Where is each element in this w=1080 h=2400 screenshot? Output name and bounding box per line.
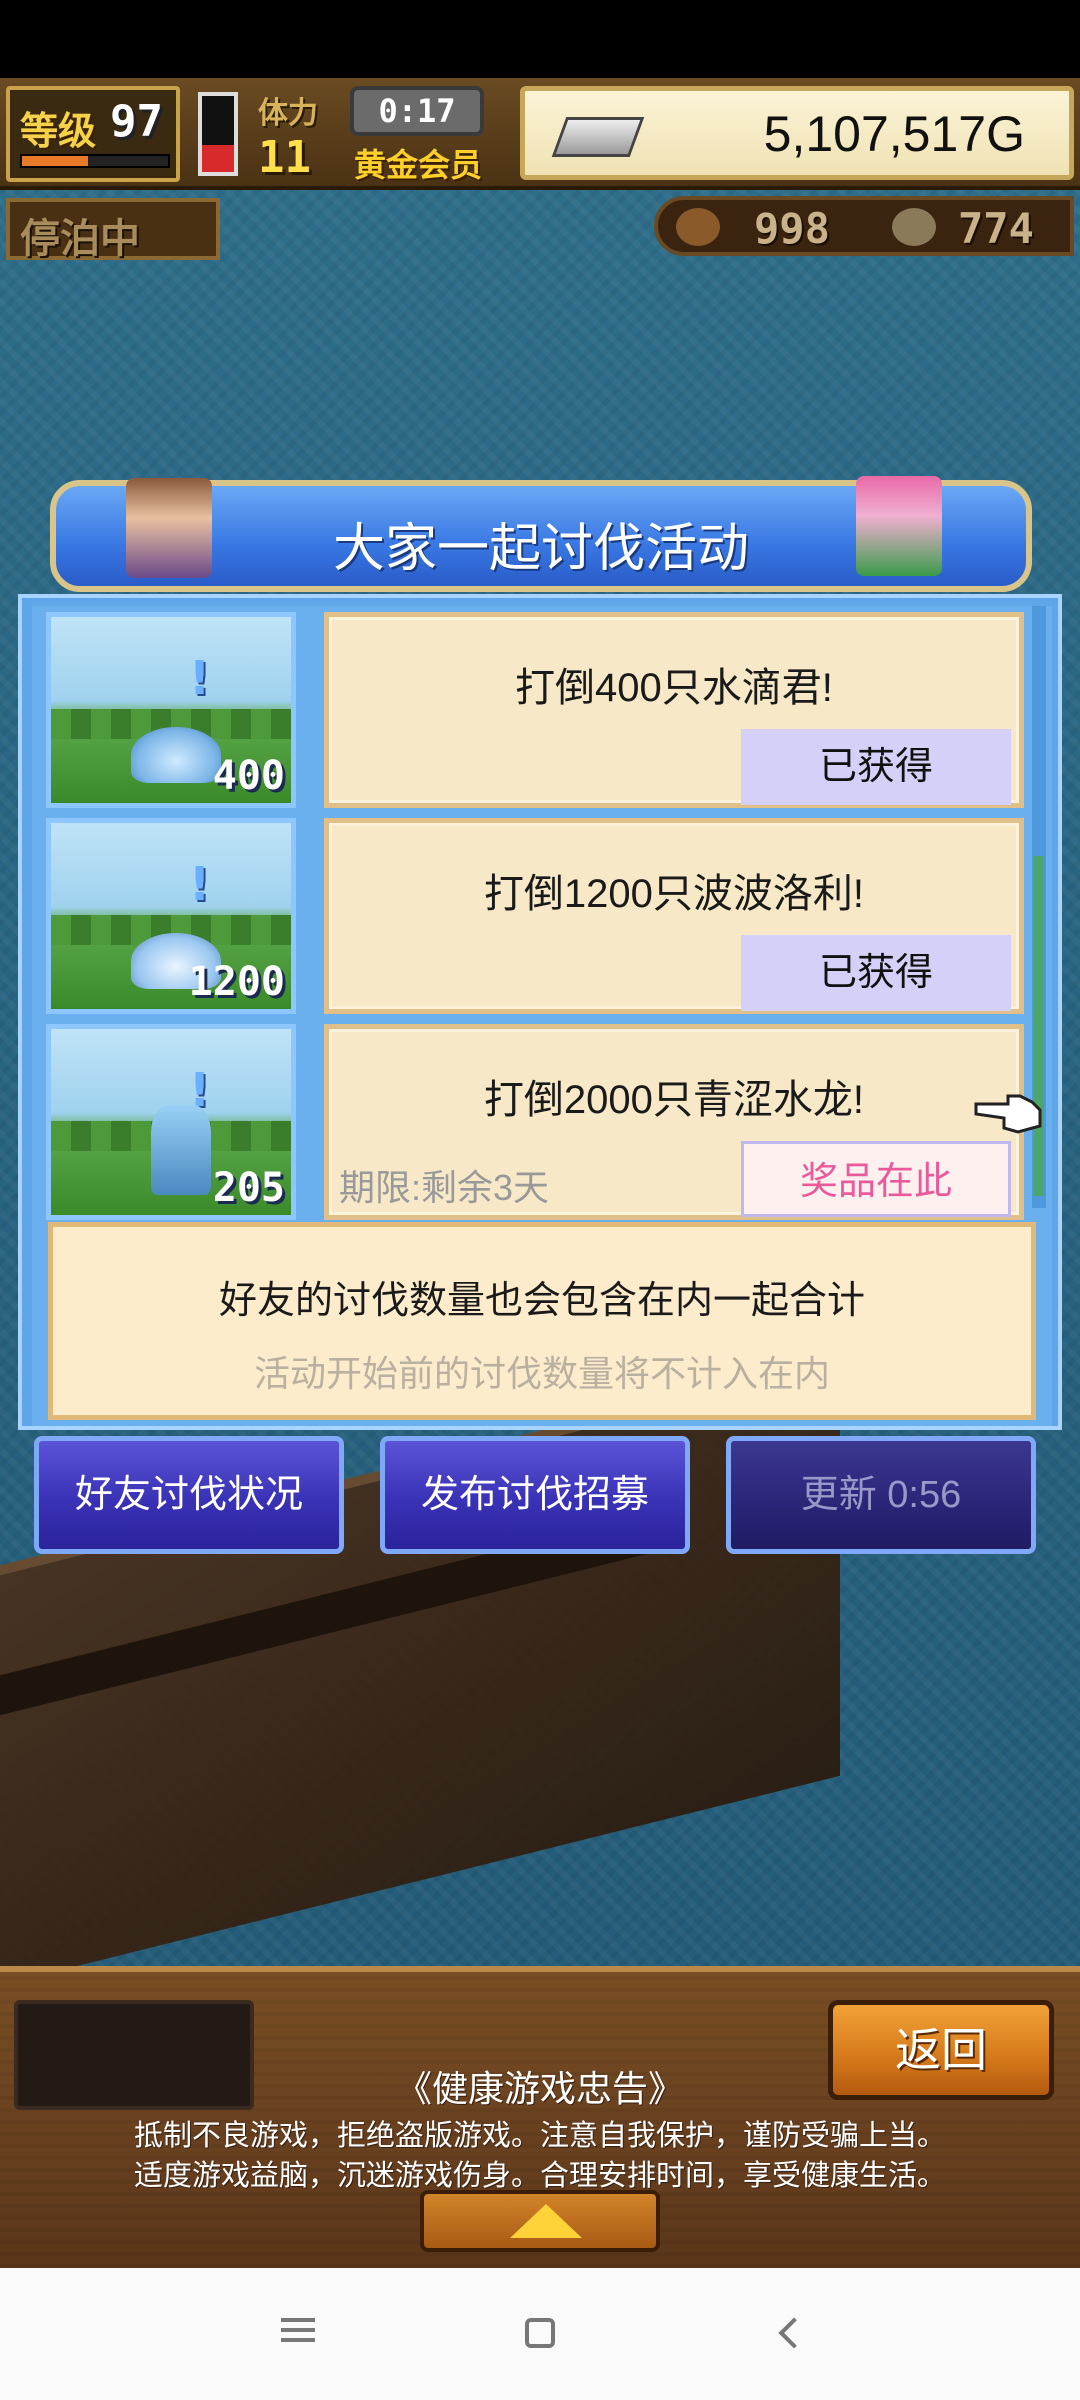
- quest-count: 205: [212, 1165, 285, 1211]
- party-characters-icon: [856, 476, 942, 576]
- level-box[interactable]: 等级 97: [6, 86, 180, 182]
- quest-row: ! 400 打倒400只水滴君! 已获得: [46, 612, 1026, 808]
- claimed-button[interactable]: 已获得: [741, 729, 1011, 805]
- recents-button[interactable]: [274, 2312, 322, 2356]
- health-advice-line-1: 抵制不良游戏，拒绝盗版游戏。注意自我保护，谨防受骗上当。: [133, 2120, 946, 2152]
- stone-count: 774: [958, 204, 1034, 253]
- info-note: 好友的讨伐数量也会包含在内一起合计 活动开始前的讨伐数量将不计入在内: [48, 1222, 1036, 1420]
- home-button[interactable]: [516, 2312, 564, 2356]
- level-label: 等级: [20, 109, 97, 153]
- quest-deadline: 期限:剩余3天: [339, 1167, 550, 1208]
- dialog-panel: ! 400 打倒400只水滴君! 已获得 ! 1200 打倒1200只波波洛利!…: [18, 594, 1062, 1430]
- claimed-button[interactable]: 已获得: [741, 935, 1011, 1011]
- back-nav-button[interactable]: [770, 2312, 818, 2356]
- quest-card: 打倒1200只波波洛利! 已获得: [324, 818, 1024, 1014]
- stone-icon: [892, 208, 936, 246]
- stamina-timer: 0:17: [350, 86, 484, 136]
- hp-gauge: [198, 92, 238, 176]
- quest-thumbnail: ! 1200: [46, 818, 296, 1014]
- status-bar: [0, 0, 1080, 78]
- recruit-button[interactable]: 发布讨伐招募: [380, 1436, 690, 1554]
- quest-goal: 打倒400只水滴君!: [515, 666, 833, 710]
- quest-goal: 打倒2000只青涩水龙!: [483, 1078, 865, 1122]
- wood-count: 998: [754, 204, 830, 253]
- wood-icon: [676, 208, 720, 246]
- water-dragon-monster-icon: [151, 1105, 211, 1195]
- quest-goal: 打倒1200只波波洛利!: [483, 872, 865, 916]
- prize-button[interactable]: 奖品在此: [741, 1141, 1011, 1217]
- quest-card: 打倒2000只青涩水龙! 期限:剩余3天 奖品在此: [324, 1024, 1024, 1220]
- pointing-hand-icon: [974, 1094, 1042, 1134]
- note-line-1: 好友的讨伐数量也会包含在内一起合计: [218, 1280, 865, 1322]
- resource-bar: 998 774: [654, 196, 1074, 256]
- silver-ingot-icon: [551, 117, 645, 157]
- water-drop-monster-icon: [131, 727, 221, 783]
- exclamation-icon: !: [189, 857, 210, 911]
- system-nav-bar: [0, 2268, 1080, 2400]
- quest-thumbnail: ! 400: [46, 612, 296, 808]
- up-arrow-icon: [510, 2204, 582, 2238]
- quest-thumbnail: ! 205: [46, 1024, 296, 1220]
- level-value: 97: [110, 96, 163, 147]
- refresh-button[interactable]: 更新 0:56: [726, 1436, 1036, 1554]
- top-hud: 等级 97 体力 11 0:17 黄金会员 5,107,517G: [0, 78, 1080, 190]
- stamina-label: 体力: [258, 96, 318, 131]
- quest-count: 400: [212, 753, 285, 799]
- anchored-label: 停泊中: [20, 216, 140, 262]
- quest-row: ! 1200 打倒1200只波波洛利! 已获得: [46, 818, 1026, 1014]
- stamina-box[interactable]: 体力 11: [258, 88, 348, 183]
- money-value: 5,107,517G: [763, 106, 1025, 162]
- quest-card: 打倒400只水滴君! 已获得: [324, 612, 1024, 808]
- health-advice-line-2: 适度游戏益脑，沉迷游戏伤身。合理安排时间，享受健康生活。: [133, 2160, 946, 2192]
- anchored-status[interactable]: 停泊中: [6, 198, 220, 262]
- stamina-value: 11: [258, 132, 311, 183]
- exclamation-icon: !: [189, 651, 210, 705]
- dialog-inner: ! 400 打倒400只水滴君! 已获得 ! 1200 打倒1200只波波洛利!…: [32, 606, 1052, 1426]
- membership-badge[interactable]: 黄金会员: [354, 140, 482, 186]
- level-progress-bar: [20, 154, 170, 168]
- dialog-title-bar: 大家一起讨伐活动: [50, 476, 1032, 592]
- scrollbar-thumb[interactable]: [1034, 856, 1044, 1196]
- quest-row: ! 205 打倒2000只青涩水龙! 期限:剩余3天 奖品在此: [46, 1024, 1026, 1220]
- expand-button[interactable]: [420, 2190, 660, 2252]
- quest-count: 1200: [188, 959, 285, 1005]
- health-advice-title: 《健康游戏忠告》: [395, 2068, 684, 2109]
- note-line-2: 活动开始前的讨伐数量将不计入在内: [253, 1353, 830, 1394]
- friends-status-button[interactable]: 好友讨伐状况: [34, 1436, 344, 1554]
- bottom-bar: 返回 《健康游戏忠告》 抵制不良游戏，拒绝盗版游戏。注意自我保护，谨防受骗上当。…: [0, 1966, 1080, 2268]
- money-panel[interactable]: 5,107,517G: [520, 86, 1074, 180]
